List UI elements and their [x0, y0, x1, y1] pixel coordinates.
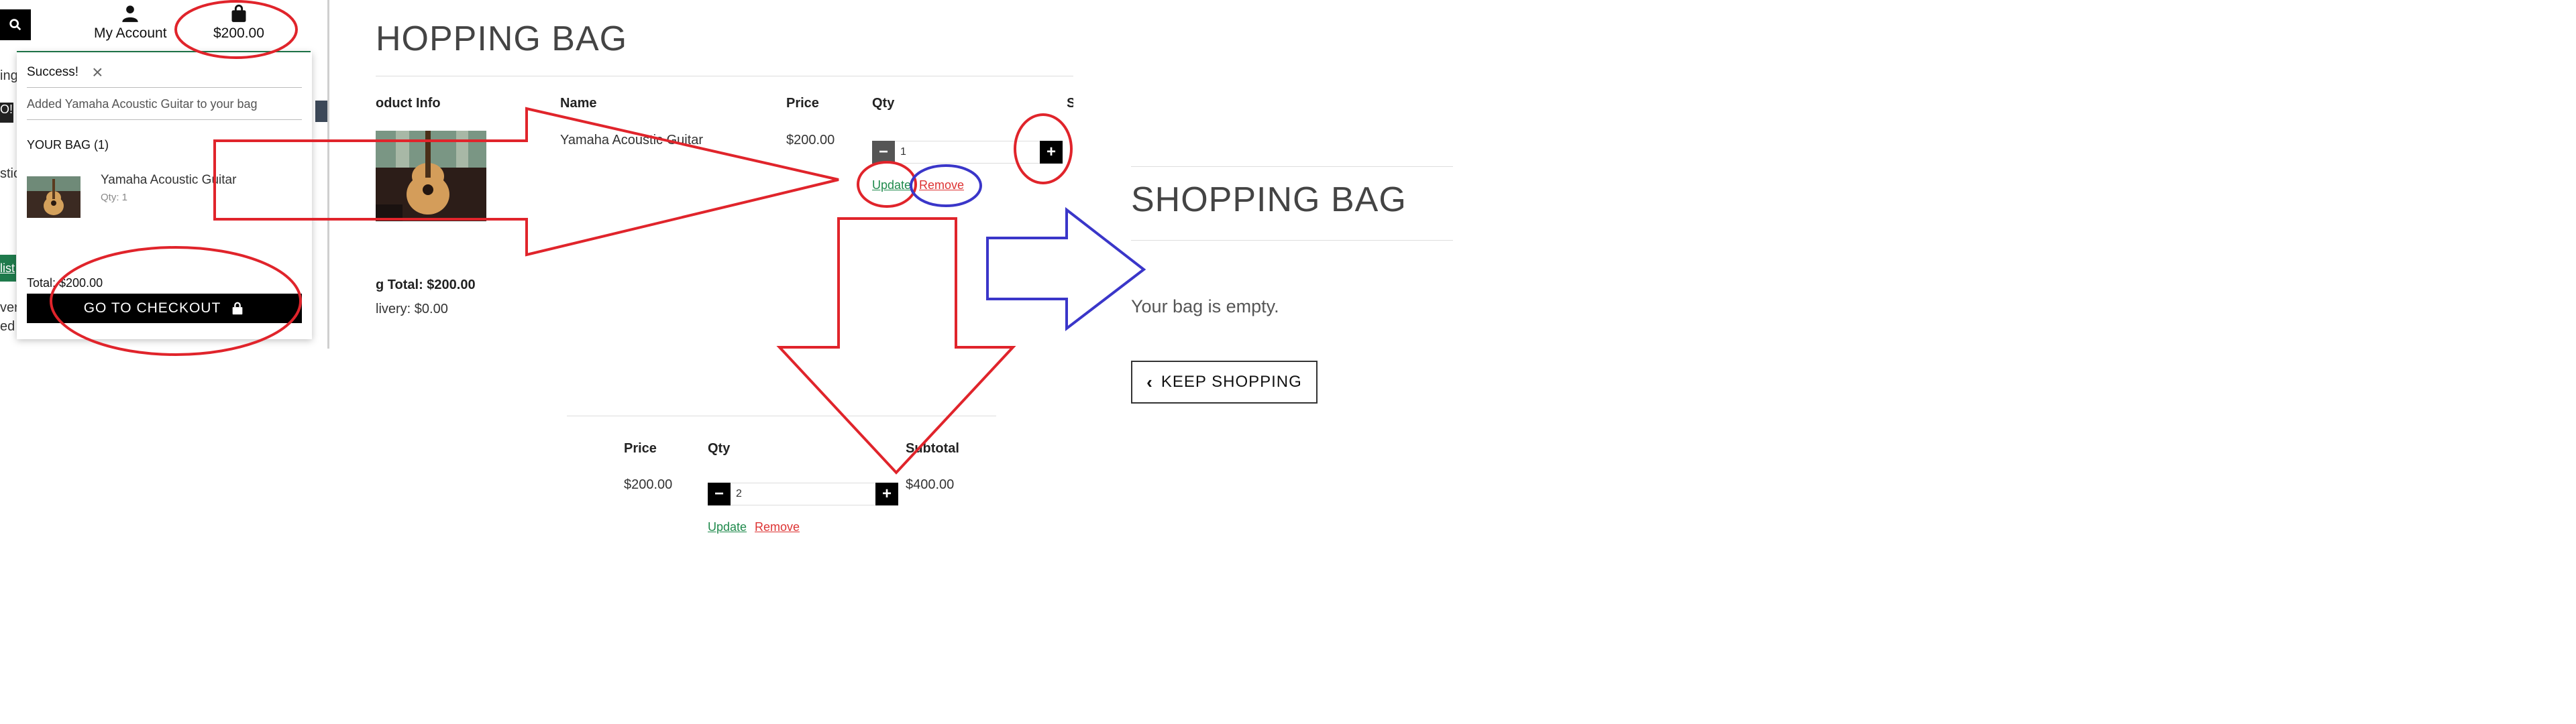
remove-link[interactable]: Remove	[919, 178, 964, 192]
added-message: Added Yamaha Acoustic Guitar to your bag	[27, 97, 258, 111]
mini-bag-panel: My Account $200.00 ing O! stic list ver …	[0, 0, 332, 349]
remove-link[interactable]: Remove	[755, 520, 800, 534]
column-header: Price	[786, 96, 819, 111]
toast-header: Success! ×	[27, 63, 302, 82]
search-button[interactable]	[0, 9, 31, 40]
bag-total: g Total: $200.00	[376, 278, 476, 292]
search-icon	[9, 19, 21, 31]
edge-text: list	[0, 255, 16, 282]
product-name[interactable]: Yamaha Acoustic Guitar	[560, 133, 703, 148]
updated-bag-row: Price Qty Subtotal $200.00 − 2 + $400.00…	[567, 416, 996, 543]
page-title: HOPPING BAG	[376, 19, 628, 58]
quantity-stepper[interactable]: − 2 +	[708, 483, 898, 505]
quantity-input[interactable]: 1	[895, 141, 1040, 164]
update-link[interactable]: Update	[708, 520, 747, 534]
guitar-image	[376, 131, 486, 221]
chevron-left-icon: ‹	[1146, 371, 1153, 392]
item-name[interactable]: Yamaha Acoustic Guitar	[101, 173, 236, 188]
lock-icon	[232, 302, 243, 315]
delivery-cost: livery: $0.00	[376, 302, 448, 316]
decrement-button[interactable]: −	[708, 483, 731, 505]
column-header: Qty	[872, 96, 895, 111]
quantity-stepper[interactable]: − 1 +	[872, 141, 1063, 164]
divider	[27, 119, 302, 120]
edge-block	[315, 101, 329, 122]
guitar-thumbnail	[27, 176, 80, 218]
divider	[1131, 166, 1453, 167]
column-header: Qty	[708, 441, 731, 456]
user-icon	[122, 5, 138, 22]
edge-text: ing	[0, 68, 18, 83]
item-qty: Qty: 1	[101, 192, 128, 203]
product-subtotal: $400.00	[906, 477, 955, 492]
product-price: $200.00	[624, 477, 673, 492]
divider	[27, 87, 302, 88]
your-bag-count: YOUR BAG (1)	[27, 138, 109, 152]
panel-divider	[327, 0, 329, 349]
column-header: oduct Info	[376, 96, 441, 111]
keep-shopping-label: KEEP SHOPPING	[1161, 373, 1302, 391]
divider	[1131, 240, 1453, 241]
edge-text: ed	[0, 319, 15, 334]
product-price: $200.00	[786, 133, 835, 147]
close-icon[interactable]: ×	[92, 63, 103, 82]
quantity-input[interactable]: 2	[731, 483, 875, 505]
shopping-bag-icon	[231, 4, 246, 22]
edge-text: ver	[0, 300, 19, 315]
my-account-link[interactable]: My Account	[94, 4, 167, 42]
empty-bag-message: Your bag is empty.	[1131, 296, 1279, 316]
bag-link[interactable]: $200.00	[213, 4, 264, 42]
decrement-button[interactable]: −	[872, 141, 895, 164]
update-link[interactable]: Update	[872, 178, 911, 192]
increment-button[interactable]: +	[875, 483, 898, 505]
column-header: S	[1067, 96, 1073, 111]
added-to-bag-toast: Success! × Added Yamaha Acoustic Guitar …	[17, 52, 312, 339]
bag-total-label: $200.00	[213, 25, 264, 41]
toast-total: Total: $200.00	[27, 276, 103, 290]
success-label: Success!	[27, 65, 79, 79]
my-account-label: My Account	[94, 25, 167, 41]
column-header: Price	[624, 441, 657, 456]
edge-text: O!	[0, 103, 13, 123]
shopping-bag-panel: HOPPING BAG oduct Info Name Price Qty S …	[376, 0, 1073, 349]
empty-bag-title: SHOPPING BAG	[1131, 180, 1407, 219]
column-header: Name	[560, 96, 597, 111]
checkout-label: GO TO CHECKOUT	[83, 300, 221, 316]
go-to-checkout-button[interactable]: GO TO CHECKOUT	[27, 294, 302, 323]
keep-shopping-button[interactable]: ‹ KEEP SHOPPING	[1131, 361, 1318, 404]
increment-button[interactable]: +	[1040, 141, 1063, 164]
column-header: Subtotal	[906, 441, 959, 456]
